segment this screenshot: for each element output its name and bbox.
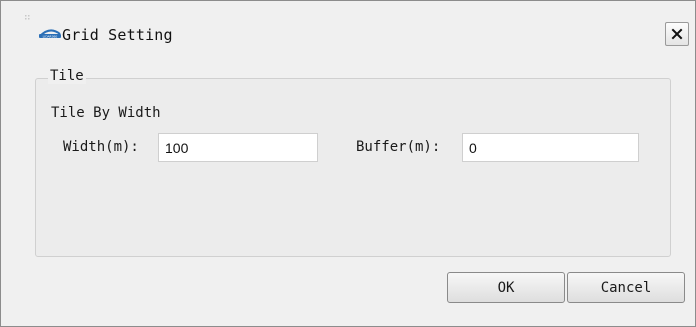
title-bar[interactable]: LIDAR360 Grid Setting: [1, 1, 695, 53]
close-icon: [671, 28, 683, 40]
buffer-label: Buffer(m):: [356, 139, 441, 155]
app-logo-icon: LIDAR360: [39, 29, 61, 38]
width-input[interactable]: [158, 133, 318, 162]
width-label: Width(m):: [63, 139, 139, 155]
tile-by-width-label: Tile By Width: [51, 105, 161, 121]
logo-text: LIDAR360: [43, 34, 58, 38]
close-button[interactable]: [665, 22, 689, 46]
grid-setting-dialog: LIDAR360 Grid Setting Tile Tile By Width…: [0, 0, 696, 327]
buffer-input[interactable]: [462, 133, 639, 162]
cancel-button[interactable]: Cancel: [567, 272, 685, 303]
grip-icon: [25, 15, 30, 20]
group-title: Tile: [48, 68, 86, 84]
ok-button[interactable]: OK: [447, 272, 565, 303]
window-title: Grid Setting: [62, 26, 173, 44]
